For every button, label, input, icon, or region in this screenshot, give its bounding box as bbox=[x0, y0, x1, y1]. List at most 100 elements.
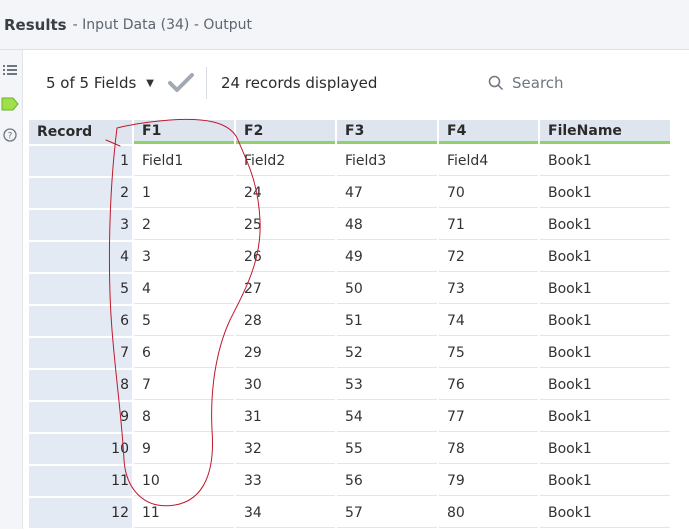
cell-f3[interactable]: Field3 bbox=[337, 146, 437, 176]
help-icon[interactable]: ? bbox=[0, 128, 20, 142]
table-row[interactable]: 6 5 28 51 74 Book1 bbox=[29, 306, 670, 336]
cell-filename[interactable]: Book1 bbox=[540, 466, 670, 496]
cell-f2[interactable]: 26 bbox=[236, 242, 335, 272]
cell-filename[interactable]: Book1 bbox=[540, 274, 670, 304]
cell-f1[interactable]: Field1 bbox=[134, 146, 234, 176]
cell-f1[interactable]: 2 bbox=[134, 210, 234, 240]
cell-f2[interactable]: Field2 bbox=[236, 146, 335, 176]
table-row[interactable]: 4 3 26 49 72 Book1 bbox=[29, 242, 670, 272]
cell-f2[interactable]: 32 bbox=[236, 434, 335, 464]
record-number-cell: 3 bbox=[29, 210, 132, 240]
table-row[interactable]: 7 6 29 52 75 Book1 bbox=[29, 338, 670, 368]
cell-f1[interactable]: 1 bbox=[134, 178, 234, 208]
table-row[interactable]: 2 1 24 47 70 Book1 bbox=[29, 178, 670, 208]
table-row[interactable]: 8 7 30 53 76 Book1 bbox=[29, 370, 670, 400]
cell-f3[interactable]: 50 bbox=[337, 274, 437, 304]
cell-f3[interactable]: 54 bbox=[337, 402, 437, 432]
column-header-record[interactable]: Record bbox=[29, 120, 132, 144]
table-row[interactable]: 10 9 32 55 78 Book1 bbox=[29, 434, 670, 464]
cell-f2[interactable]: 24 bbox=[236, 178, 335, 208]
cell-filename[interactable]: Book1 bbox=[540, 338, 670, 368]
cell-filename[interactable]: Book1 bbox=[540, 306, 670, 336]
chevron-down-icon: ▼ bbox=[146, 77, 154, 89]
cell-f4[interactable]: 78 bbox=[439, 434, 538, 464]
column-header-f2[interactable]: F2 bbox=[236, 120, 335, 144]
cell-filename[interactable]: Book1 bbox=[540, 498, 670, 528]
cell-f2[interactable]: 34 bbox=[236, 498, 335, 528]
cell-f2[interactable]: 30 bbox=[236, 370, 335, 400]
list-icon[interactable] bbox=[0, 64, 20, 76]
cell-f2[interactable]: 28 bbox=[236, 306, 335, 336]
record-number-cell: 1 bbox=[29, 146, 132, 176]
column-header-f4[interactable]: F4 bbox=[439, 120, 538, 144]
record-number-cell: 11 bbox=[29, 466, 132, 496]
cell-filename[interactable]: Book1 bbox=[540, 178, 670, 208]
cell-f2[interactable]: 29 bbox=[236, 338, 335, 368]
cell-f4[interactable]: 79 bbox=[439, 466, 538, 496]
cell-filename[interactable]: Book1 bbox=[540, 210, 670, 240]
search-icon bbox=[488, 75, 504, 91]
cell-f2[interactable]: 27 bbox=[236, 274, 335, 304]
record-number-cell: 6 bbox=[29, 306, 132, 336]
cell-f4[interactable]: 70 bbox=[439, 178, 538, 208]
results-title-bar: Results - Input Data (34) - Output bbox=[0, 0, 689, 50]
cell-f1[interactable]: 10 bbox=[134, 466, 234, 496]
table-row[interactable]: 3 2 25 48 71 Book1 bbox=[29, 210, 670, 240]
cell-f3[interactable]: 57 bbox=[337, 498, 437, 528]
cell-filename[interactable]: Book1 bbox=[540, 434, 670, 464]
cell-f3[interactable]: 49 bbox=[337, 242, 437, 272]
record-number-cell: 4 bbox=[29, 242, 132, 272]
cell-filename[interactable]: Book1 bbox=[540, 402, 670, 432]
record-number-cell: 2 bbox=[29, 178, 132, 208]
cell-filename[interactable]: Book1 bbox=[540, 146, 670, 176]
cell-f4[interactable]: 73 bbox=[439, 274, 538, 304]
cell-f4[interactable]: 76 bbox=[439, 370, 538, 400]
table-row[interactable]: 9 8 31 54 77 Book1 bbox=[29, 402, 670, 432]
search-input[interactable]: Search bbox=[512, 74, 564, 92]
table-row[interactable]: 1 Field1 Field2 Field3 Field4 Book1 bbox=[29, 146, 670, 176]
cell-f3[interactable]: 55 bbox=[337, 434, 437, 464]
records-count: 24 records displayed bbox=[221, 74, 378, 92]
cell-f3[interactable]: 52 bbox=[337, 338, 437, 368]
cell-f4[interactable]: 80 bbox=[439, 498, 538, 528]
column-header-f3[interactable]: F3 bbox=[337, 120, 437, 144]
record-number-cell: 7 bbox=[29, 338, 132, 368]
cell-f1[interactable]: 9 bbox=[134, 434, 234, 464]
search-box[interactable]: Search bbox=[478, 68, 689, 98]
cell-f2[interactable]: 33 bbox=[236, 466, 335, 496]
cell-f4[interactable]: Field4 bbox=[439, 146, 538, 176]
cell-f1[interactable]: 8 bbox=[134, 402, 234, 432]
cell-f1[interactable]: 6 bbox=[134, 338, 234, 368]
cell-f3[interactable]: 53 bbox=[337, 370, 437, 400]
cell-f3[interactable]: 51 bbox=[337, 306, 437, 336]
record-number-cell: 12 bbox=[29, 498, 132, 528]
table-row[interactable]: 5 4 27 50 73 Book1 bbox=[29, 274, 670, 304]
table-row[interactable]: 11 10 33 56 79 Book1 bbox=[29, 466, 670, 496]
check-icon[interactable] bbox=[168, 72, 194, 94]
cell-f2[interactable]: 31 bbox=[236, 402, 335, 432]
table-row[interactable]: 12 11 34 57 80 Book1 bbox=[29, 498, 670, 528]
cell-f3[interactable]: 48 bbox=[337, 210, 437, 240]
cell-f1[interactable]: 11 bbox=[134, 498, 234, 528]
cell-f4[interactable]: 72 bbox=[439, 242, 538, 272]
cell-f4[interactable]: 77 bbox=[439, 402, 538, 432]
cell-f2[interactable]: 25 bbox=[236, 210, 335, 240]
cell-f1[interactable]: 3 bbox=[134, 242, 234, 272]
cell-f1[interactable]: 5 bbox=[134, 306, 234, 336]
table-header-row: Record F1 F2 F3 F4 FileName bbox=[29, 120, 670, 144]
cell-f1[interactable]: 7 bbox=[134, 370, 234, 400]
record-number-cell: 10 bbox=[29, 434, 132, 464]
cell-filename[interactable]: Book1 bbox=[540, 370, 670, 400]
cell-f1[interactable]: 4 bbox=[134, 274, 234, 304]
tag-icon[interactable] bbox=[0, 95, 20, 113]
column-header-filename[interactable]: FileName bbox=[540, 120, 670, 144]
cell-f4[interactable]: 71 bbox=[439, 210, 538, 240]
fields-selector-button[interactable]: 5 of 5 Fields ▼ bbox=[46, 74, 154, 92]
left-rail: ? bbox=[0, 50, 23, 529]
cell-f3[interactable]: 56 bbox=[337, 466, 437, 496]
column-header-f1[interactable]: F1 bbox=[134, 120, 234, 144]
cell-f3[interactable]: 47 bbox=[337, 178, 437, 208]
cell-f4[interactable]: 74 bbox=[439, 306, 538, 336]
cell-f4[interactable]: 75 bbox=[439, 338, 538, 368]
cell-filename[interactable]: Book1 bbox=[540, 242, 670, 272]
